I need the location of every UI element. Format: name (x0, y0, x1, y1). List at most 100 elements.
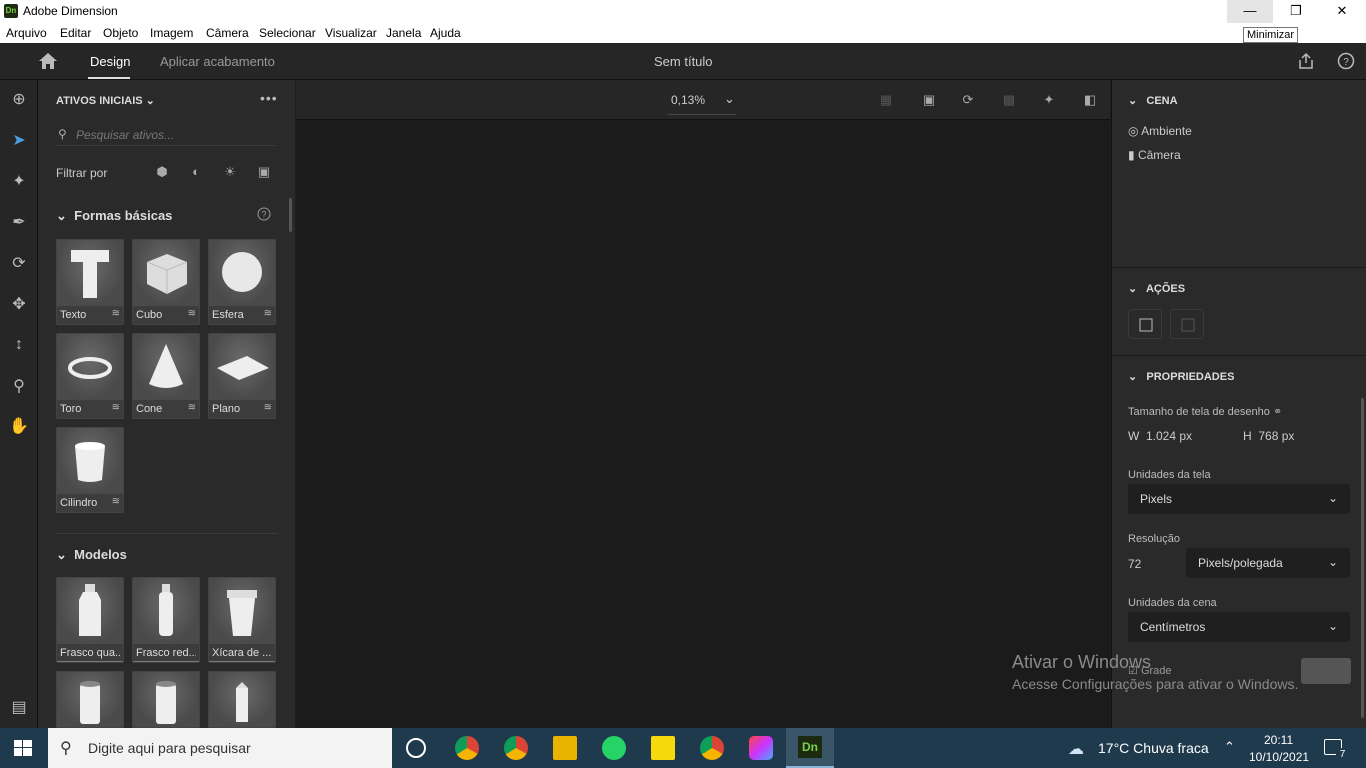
camera-view-icon[interactable]: ▩ (1000, 92, 1018, 108)
section-scene[interactable]: ⌄ CENA (1128, 94, 1178, 107)
menu-imagem[interactable]: Imagem (150, 26, 193, 40)
add-icon[interactable]: ⊕ (9, 90, 29, 110)
creative-cloud-icon[interactable] (749, 736, 773, 760)
resolution-unit-select[interactable]: Pixels/polegada ⌄ (1186, 548, 1350, 578)
eyedropper-icon[interactable]: ✒ (9, 213, 29, 233)
asset-tile[interactable] (132, 671, 200, 728)
height-field[interactable]: H 768 px (1243, 429, 1294, 443)
settings-icon[interactable]: ≋ (188, 308, 196, 319)
asset-tile[interactable]: Frasco red... (132, 577, 200, 663)
image-filter-icon[interactable]: ▣ (256, 164, 272, 180)
magic-wand-icon[interactable]: ✦ (9, 172, 29, 192)
settings-icon[interactable]: ≋ (112, 308, 120, 319)
minimize-button[interactable]: — (1227, 0, 1273, 23)
asset-tile[interactable]: Esfera ≋ (208, 239, 276, 325)
home-icon[interactable] (38, 52, 58, 70)
assets-search[interactable]: ⚲ Pesquisar ativos... (56, 124, 276, 146)
width-field[interactable]: W 1.024 px (1128, 429, 1192, 443)
clock-date[interactable]: 10/10/2021 (1249, 750, 1309, 764)
chevron-up-icon[interactable]: ⌃ (1224, 739, 1235, 755)
asset-tile[interactable] (56, 671, 124, 728)
render-preview-icon[interactable]: ◧ (1081, 92, 1099, 108)
scrollbar[interactable] (289, 198, 292, 232)
pan-icon[interactable]: ✥ (9, 295, 29, 315)
model-filter-icon[interactable]: ⬢ (154, 164, 170, 180)
asset-tile[interactable]: Cilindro ≋ (56, 427, 124, 513)
asset-tile[interactable]: Cone ≋ (132, 333, 200, 419)
resolution-field[interactable]: 72 (1128, 557, 1141, 571)
asset-tile[interactable]: Plano ≋ (208, 333, 276, 419)
select-tool-icon[interactable]: ➤ (9, 131, 29, 151)
archive-icon[interactable]: ▤ (9, 698, 29, 718)
windows-start-icon[interactable] (14, 740, 32, 756)
scene-item-environment[interactable]: ◎ Ambiente (1128, 124, 1192, 138)
section-basic-shapes[interactable]: ⌄ Formas básicas (56, 208, 172, 224)
tab-render[interactable]: Aplicar acabamento (160, 54, 275, 69)
menu-arquivo[interactable]: Arquivo (6, 26, 47, 40)
chrome-icon[interactable] (700, 736, 724, 760)
camera-fit-icon[interactable]: ▣ (920, 92, 938, 108)
asset-tile[interactable]: Texto ≋ (56, 239, 124, 325)
chrome-icon[interactable] (504, 736, 528, 760)
settings-icon[interactable]: ≋ (188, 402, 196, 413)
settings-icon[interactable]: ≋ (264, 308, 272, 319)
menu-janela[interactable]: Janela (386, 26, 421, 40)
light-filter-icon[interactable]: ☀ (222, 164, 238, 180)
settings-icon[interactable]: ≋ (112, 402, 120, 413)
section-actions[interactable]: ⌄ AÇÕES (1128, 282, 1185, 295)
file-explorer-icon[interactable] (553, 736, 577, 760)
scene-units-select[interactable]: Centímetros ⌄ (1128, 612, 1350, 642)
restore-button[interactable]: ❐ (1273, 0, 1319, 23)
menu-camera[interactable]: Câmera (206, 26, 249, 40)
taskbar-search[interactable]: ⚲ Digite aqui para pesquisar (48, 728, 392, 768)
frame-icon[interactable]: ▦ (877, 92, 895, 108)
material-filter-icon[interactable]: ◐ (188, 164, 204, 180)
share-icon[interactable] (1297, 52, 1315, 70)
action-button[interactable] (1170, 309, 1204, 339)
canvas-units-select[interactable]: Pixels ⌄ (1128, 484, 1350, 514)
asset-tile[interactable]: Xícara de ... (208, 577, 276, 663)
sticky-notes-icon[interactable] (651, 736, 675, 760)
weather-text[interactable]: 17°C Chuva fraca (1098, 740, 1209, 756)
camera-bookmark-icon[interactable]: ⟳ (959, 92, 977, 108)
asset-tile[interactable]: Toro ≋ (56, 333, 124, 419)
dimension-taskbar-button[interactable]: Dn (786, 728, 834, 768)
dolly-icon[interactable]: ↕ (9, 335, 29, 355)
orbit-icon[interactable]: ⟳ (9, 254, 29, 274)
chrome-icon[interactable] (455, 736, 479, 760)
weather-icon[interactable]: ☁ (1068, 739, 1084, 759)
menu-selecionar[interactable]: Selecionar (259, 26, 316, 40)
chevron-down-icon[interactable]: ⌄ (724, 91, 735, 107)
activation-watermark-text: Acesse Configurações para ativar o Windo… (1012, 676, 1299, 692)
clock-time[interactable]: 20:11 (1264, 733, 1293, 747)
action-button[interactable] (1128, 309, 1162, 339)
cortana-icon[interactable] (406, 738, 426, 758)
canvas[interactable] (296, 121, 1110, 728)
grid-color-swatch[interactable] (1301, 658, 1351, 684)
settings-icon[interactable]: ≋ (112, 496, 120, 507)
asset-tile[interactable]: Cubo ≋ (132, 239, 200, 325)
whatsapp-icon[interactable] (602, 736, 626, 760)
more-options-icon[interactable]: ••• (260, 90, 278, 106)
snap-icon[interactable]: ✦ (1040, 92, 1058, 108)
asset-tile[interactable] (208, 671, 276, 728)
info-icon[interactable]: ? (257, 207, 271, 221)
menu-visualizar[interactable]: Visualizar (325, 26, 377, 40)
hand-icon[interactable]: ✋ (9, 417, 29, 437)
menu-objeto[interactable]: Objeto (103, 26, 138, 40)
settings-icon[interactable]: ≋ (264, 402, 272, 413)
scrollbar[interactable] (1361, 398, 1364, 718)
section-models[interactable]: ⌄ Modelos (56, 547, 127, 563)
menu-ajuda[interactable]: Ajuda (430, 26, 461, 40)
section-properties[interactable]: ⌄ PROPRIEDADES (1128, 370, 1234, 383)
zoom-level[interactable]: 0,13% (671, 93, 705, 107)
tab-design[interactable]: Design (90, 54, 130, 69)
scene-item-camera[interactable]: ▮ Câmera (1128, 148, 1181, 162)
menu-editar[interactable]: Editar (60, 26, 91, 40)
help-icon[interactable]: ? (1337, 52, 1355, 70)
asset-tile[interactable]: Frasco qua... (56, 577, 124, 663)
close-button[interactable]: ✕ (1319, 0, 1365, 23)
zoom-icon[interactable]: ⚲ (9, 377, 29, 397)
assets-header[interactable]: ATIVOS INICIAIS ⌄ (56, 94, 155, 107)
can-thumbnail (57, 672, 123, 727)
